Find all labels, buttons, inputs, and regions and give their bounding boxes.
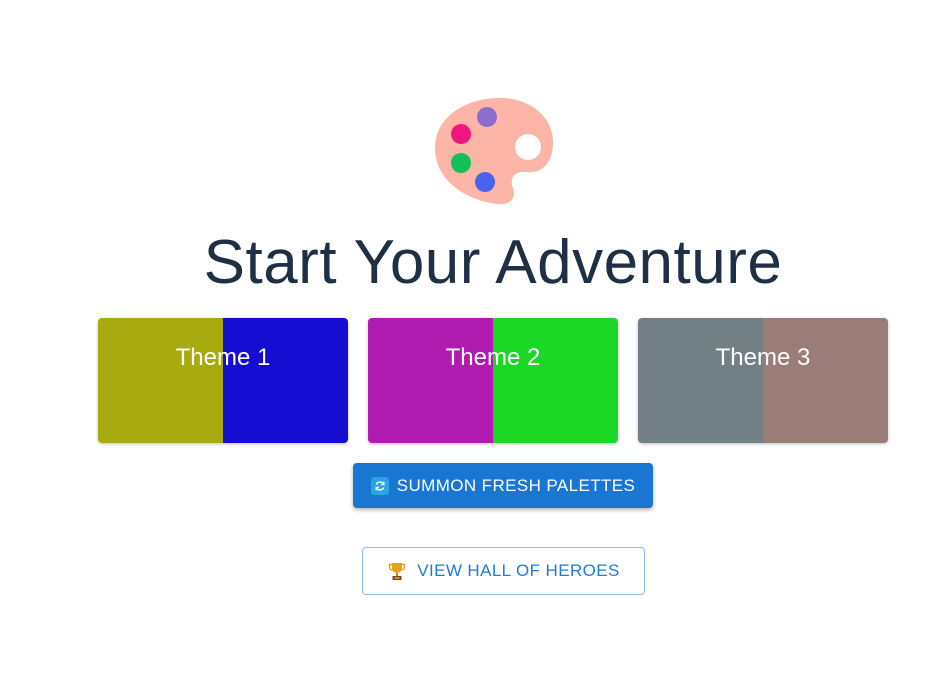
refresh-icon bbox=[370, 476, 389, 495]
summon-fresh-palettes-button[interactable]: SUMMON FRESH PALETTES bbox=[353, 463, 653, 508]
theme-card-1[interactable]: Theme 1 bbox=[98, 318, 348, 443]
theme-3-primary-swatch bbox=[638, 318, 763, 443]
theme-2-secondary-swatch bbox=[493, 318, 618, 443]
theme-3-secondary-swatch bbox=[763, 318, 888, 443]
theme-card-label: Theme 2 bbox=[445, 344, 541, 371]
theme-card-label: Theme 1 bbox=[175, 344, 271, 371]
page: Start Your Adventure Theme 1 Theme 2 The… bbox=[0, 0, 945, 698]
page-title: Start Your Adventure bbox=[203, 228, 783, 297]
theme-card-2[interactable]: Theme 2 bbox=[368, 318, 618, 443]
view-hall-of-heroes-label: VIEW HALL OF HEROES bbox=[417, 561, 620, 580]
theme-1-primary-swatch bbox=[98, 318, 223, 443]
theme-2-primary-swatch bbox=[368, 318, 493, 443]
trophy-icon bbox=[387, 561, 407, 581]
theme-card-3[interactable]: Theme 3 bbox=[638, 318, 888, 443]
view-hall-of-heroes-button[interactable]: VIEW HALL OF HEROES bbox=[362, 547, 645, 595]
artist-palette-icon bbox=[435, 97, 554, 205]
summon-fresh-palettes-label: SUMMON FRESH PALETTES bbox=[396, 475, 636, 495]
theme-1-secondary-swatch bbox=[223, 318, 348, 443]
theme-card-label: Theme 3 bbox=[715, 344, 811, 371]
theme-list: Theme 1 Theme 2 Theme 3 bbox=[98, 318, 888, 443]
